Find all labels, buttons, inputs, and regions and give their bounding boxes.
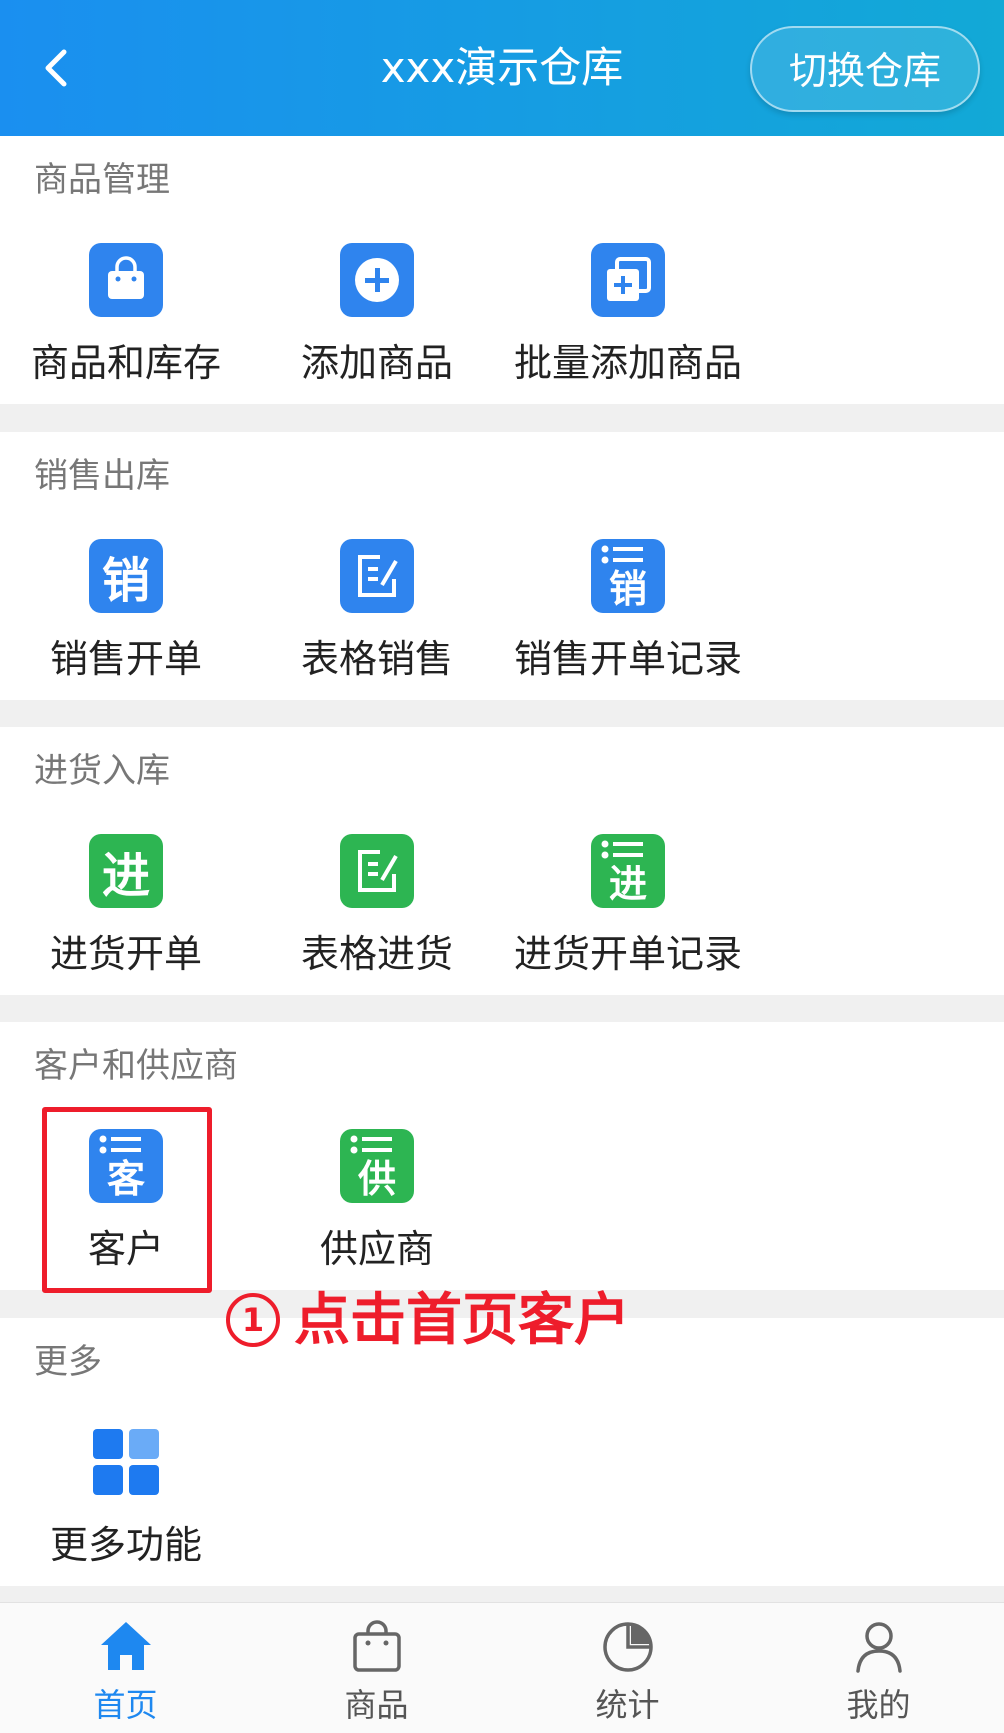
annotation-text: 1 点击首页客户: [226, 1286, 630, 1356]
sales-order-button[interactable]: 销 销售开单: [1, 539, 251, 687]
item-label: 批量添加商品: [513, 341, 742, 385]
purchase-records-button[interactable]: 进 进货开单记录: [503, 834, 753, 982]
item-label: 商品和库存: [30, 341, 221, 385]
tab-goods[interactable]: 商品: [251, 1617, 502, 1727]
section-title: 更多: [34, 1342, 102, 1382]
item-label: 进货开单: [49, 932, 202, 976]
tab-label: 商品: [344, 1686, 409, 1724]
item-label: 供应商: [319, 1227, 434, 1271]
step-number-badge: 1: [226, 1293, 280, 1347]
home-icon: [100, 1622, 151, 1670]
annotation-label: 点击首页客户: [294, 1288, 630, 1353]
tab-label: 首页: [93, 1686, 158, 1724]
item-label: 销售开单: [49, 637, 202, 681]
tab-mine[interactable]: 我的: [753, 1617, 1004, 1727]
batch-add-icon: [591, 243, 665, 317]
pie-chart-icon: [602, 1622, 653, 1672]
item-label: 销售开单记录: [513, 637, 742, 681]
shopping-bag-icon: [89, 243, 163, 317]
table-purchase-button[interactable]: 表格进货: [252, 834, 502, 982]
grid-icon: [89, 1425, 163, 1499]
purchase-list-icon: 进: [591, 834, 665, 908]
section-sales-outbound: 销售出库 销 销售开单 表格销售 销 销售开单记录: [0, 432, 1004, 700]
section-goods-management: 商品管理 商品和库存 添加商品 批量添加商品: [0, 136, 1004, 404]
supplier-button[interactable]: 供 供应商: [252, 1129, 502, 1277]
purchase-order-button[interactable]: 进 进货开单: [1, 834, 251, 982]
sales-records-button[interactable]: 销 销售开单记录: [503, 539, 753, 687]
supplier-list-icon: 供: [340, 1129, 414, 1203]
section-title: 进货入库: [34, 751, 170, 791]
edit-form-icon: [340, 539, 414, 613]
plus-circle-icon: [340, 243, 414, 317]
edit-form-icon: [340, 834, 414, 908]
shopping-bag-icon: [352, 1620, 401, 1672]
top-bar: xxx演示仓库 切换仓库: [0, 0, 1004, 136]
goods-and-stock-button[interactable]: 商品和库存: [1, 243, 251, 391]
sales-char-icon: 销: [89, 539, 163, 613]
item-label: 表格进货: [300, 932, 453, 976]
sales-list-icon: 销: [591, 539, 665, 613]
more-functions-button[interactable]: 更多功能: [1, 1425, 251, 1573]
item-label: 表格销售: [300, 637, 453, 681]
section-more: 更多 更多功能: [0, 1318, 1004, 1586]
section-title: 客户和供应商: [34, 1046, 238, 1086]
switch-warehouse-button[interactable]: 切换仓库: [750, 26, 980, 112]
bottom-tab-bar: 首页 商品 统计 我的: [0, 1602, 1004, 1733]
tab-home[interactable]: 首页: [0, 1617, 251, 1727]
item-label: 更多功能: [49, 1523, 202, 1567]
tab-label: 我的: [846, 1686, 911, 1724]
section-title: 销售出库: [34, 456, 170, 496]
section-title: 商品管理: [34, 160, 170, 200]
purchase-char-icon: 进: [89, 834, 163, 908]
batch-add-goods-button[interactable]: 批量添加商品: [503, 243, 753, 391]
highlight-box: [42, 1107, 212, 1293]
tab-label: 统计: [595, 1686, 660, 1724]
item-label: 进货开单记录: [513, 932, 742, 976]
section-purchase-inbound: 进货入库 进 进货开单 表格进货 进 进货开单记录: [0, 727, 1004, 995]
user-icon: [855, 1622, 902, 1673]
tab-statistics[interactable]: 统计: [502, 1617, 753, 1727]
add-goods-button[interactable]: 添加商品: [252, 243, 502, 391]
item-label: 添加商品: [300, 341, 453, 385]
table-sales-button[interactable]: 表格销售: [252, 539, 502, 687]
